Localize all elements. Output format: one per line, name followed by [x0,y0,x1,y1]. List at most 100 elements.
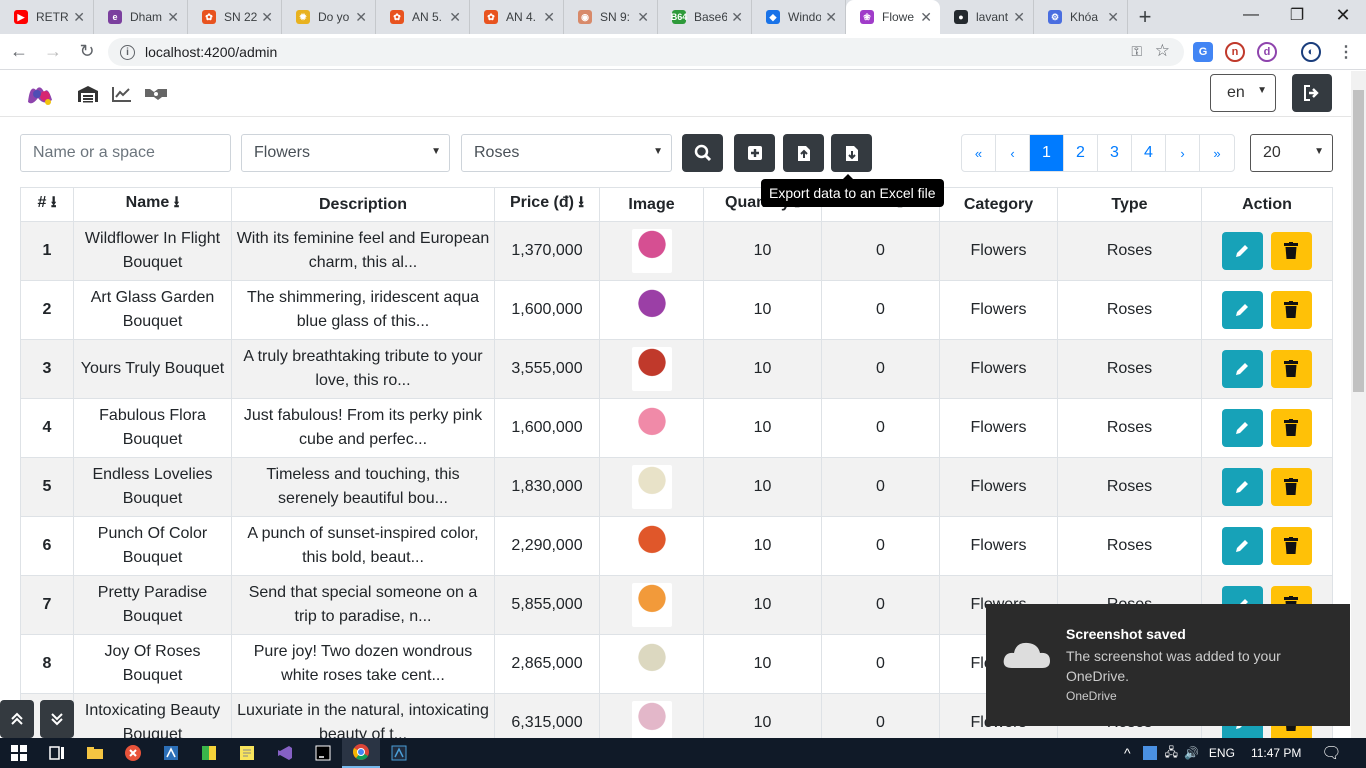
site-info-icon[interactable]: i [120,44,135,60]
delete-button[interactable] [1271,468,1312,506]
menu-kebab-icon[interactable]: ⋮ [1336,42,1356,62]
close-tab-icon[interactable]: ✕ [73,9,85,26]
page-link[interactable]: 2 [1064,135,1098,171]
onedrive-toast[interactable]: Screenshot saved The screenshot was adde… [986,604,1350,726]
edit-button[interactable] [1222,409,1263,447]
product-image[interactable] [631,583,672,627]
close-tab-icon[interactable]: ✕ [731,9,743,26]
page-size-select[interactable]: 20 ▼ [1250,134,1333,172]
delete-button[interactable] [1271,350,1312,388]
app-orange-icon[interactable] [114,738,152,768]
close-tab-icon[interactable]: ✕ [449,9,461,26]
edit-button[interactable] [1222,291,1263,329]
page-link[interactable]: ‹ [996,135,1030,171]
product-image[interactable] [631,642,672,686]
back-icon[interactable]: ← [4,37,34,67]
category-select[interactable]: Flowers ▼ [241,134,450,172]
browser-tab[interactable]: ✿ AN 5. ✕ [376,0,470,34]
intellij-icon[interactable] [304,738,342,768]
column-header-number[interactable]: # ⭳ [20,187,74,222]
close-tab-icon[interactable]: ✕ [920,9,932,26]
browser-tab[interactable]: ● lavant ✕ [940,0,1034,34]
scrollbar-thumb[interactable] [1353,90,1364,392]
translate-extension-icon[interactable]: G [1193,42,1213,62]
browser-tab[interactable]: ✹ Do yo ✕ [282,0,376,34]
browser-tab[interactable]: ⚙ Khóa ✕ [1034,0,1128,34]
close-tab-icon[interactable]: ✕ [1107,9,1119,26]
app-blue-icon[interactable] [152,738,190,768]
close-tab-icon[interactable]: ✕ [825,9,837,26]
close-tab-icon[interactable]: ✕ [355,9,367,26]
product-image[interactable] [631,347,672,391]
product-image[interactable] [631,288,672,332]
browser-tab[interactable]: ❀ Flowe ✕ [846,0,940,34]
keyboard-icon[interactable] [1142,746,1157,760]
app-dark-blue-icon[interactable] [380,738,418,768]
visual-studio-icon[interactable] [266,738,304,768]
address-bar[interactable]: i localhost:4200/admin ⚿ ☆ [108,38,1184,66]
browser-tab[interactable]: ✿ AN 4. ✕ [470,0,564,34]
edit-button[interactable] [1222,527,1263,565]
sticky-notes-icon[interactable] [228,738,266,768]
restore-icon[interactable]: ❐ [1274,0,1320,30]
clock[interactable]: 11:47 PM [1251,746,1301,760]
column-header-name[interactable]: Name ⭳ [73,187,232,222]
browser-tab[interactable]: B64 Base6 ✕ [658,0,752,34]
column-header-price[interactable]: Price (đ) ⭳ [494,187,600,222]
page-link[interactable]: 3 [1098,135,1132,171]
browser-tab[interactable]: ◆ Windo ✕ [752,0,846,34]
app-logo[interactable] [26,81,54,107]
chart-line-icon[interactable] [111,83,133,105]
browser-tab[interactable]: ◉ SN 9: ✕ [564,0,658,34]
close-tab-icon[interactable]: ✕ [637,9,649,26]
bookmark-star-icon[interactable]: ☆ [1155,41,1170,61]
delete-button[interactable] [1271,291,1312,329]
extension-d-icon[interactable]: d [1257,42,1277,62]
app-green-yellow-icon[interactable] [190,738,228,768]
page-link[interactable]: › [1166,135,1200,171]
page-link[interactable]: » [1200,135,1234,171]
forward-icon[interactable]: → [38,37,68,67]
network-icon[interactable]: 🖧 [1165,743,1178,764]
browser-tab[interactable]: ✿ SN 22 ✕ [188,0,282,34]
product-image[interactable] [631,406,672,450]
scroll-top-button[interactable] [0,700,34,738]
product-image[interactable] [631,465,672,509]
delete-button[interactable] [1271,527,1312,565]
page-link[interactable]: 1 [1030,135,1064,171]
scroll-bottom-button[interactable] [40,700,74,738]
edit-button[interactable] [1222,468,1263,506]
windows-start-icon[interactable] [0,738,38,768]
chrome-icon[interactable] [342,738,380,768]
edit-button[interactable] [1222,232,1263,270]
task-view-icon[interactable] [38,738,76,768]
handshake-icon[interactable] [144,83,168,105]
delete-button[interactable] [1271,232,1312,270]
input-language[interactable]: ENG [1209,746,1235,760]
product-image[interactable] [631,229,672,273]
add-product-button[interactable] [734,134,775,172]
import-file-button[interactable] [783,134,824,172]
export-excel-button[interactable] [831,134,872,172]
logout-button[interactable] [1292,74,1332,112]
search-input[interactable]: Name or a space [20,134,231,172]
page-link[interactable]: « [962,135,996,171]
delete-button[interactable] [1271,409,1312,447]
reload-icon[interactable]: ↻ [72,37,102,67]
search-button[interactable] [682,134,723,172]
warehouse-icon[interactable] [77,83,99,105]
file-explorer-icon[interactable] [76,738,114,768]
minimize-icon[interactable]: — [1228,0,1274,30]
close-tab-icon[interactable]: ✕ [543,9,555,26]
language-select[interactable]: en ▼ [1210,74,1276,112]
browser-tab[interactable]: ▶ RETRE ✕ [0,0,94,34]
product-image[interactable] [631,524,672,568]
action-center-icon[interactable]: 🗨 [1321,743,1341,763]
extension-n-icon[interactable]: n [1225,42,1245,62]
close-tab-icon[interactable]: ✕ [167,9,179,26]
type-select[interactable]: Roses ▼ [461,134,672,172]
close-window-icon[interactable]: ✕ [1320,0,1366,30]
new-tab-icon[interactable]: + [1128,0,1162,34]
edit-button[interactable] [1222,350,1263,388]
browser-tab[interactable]: e Dham ✕ [94,0,188,34]
